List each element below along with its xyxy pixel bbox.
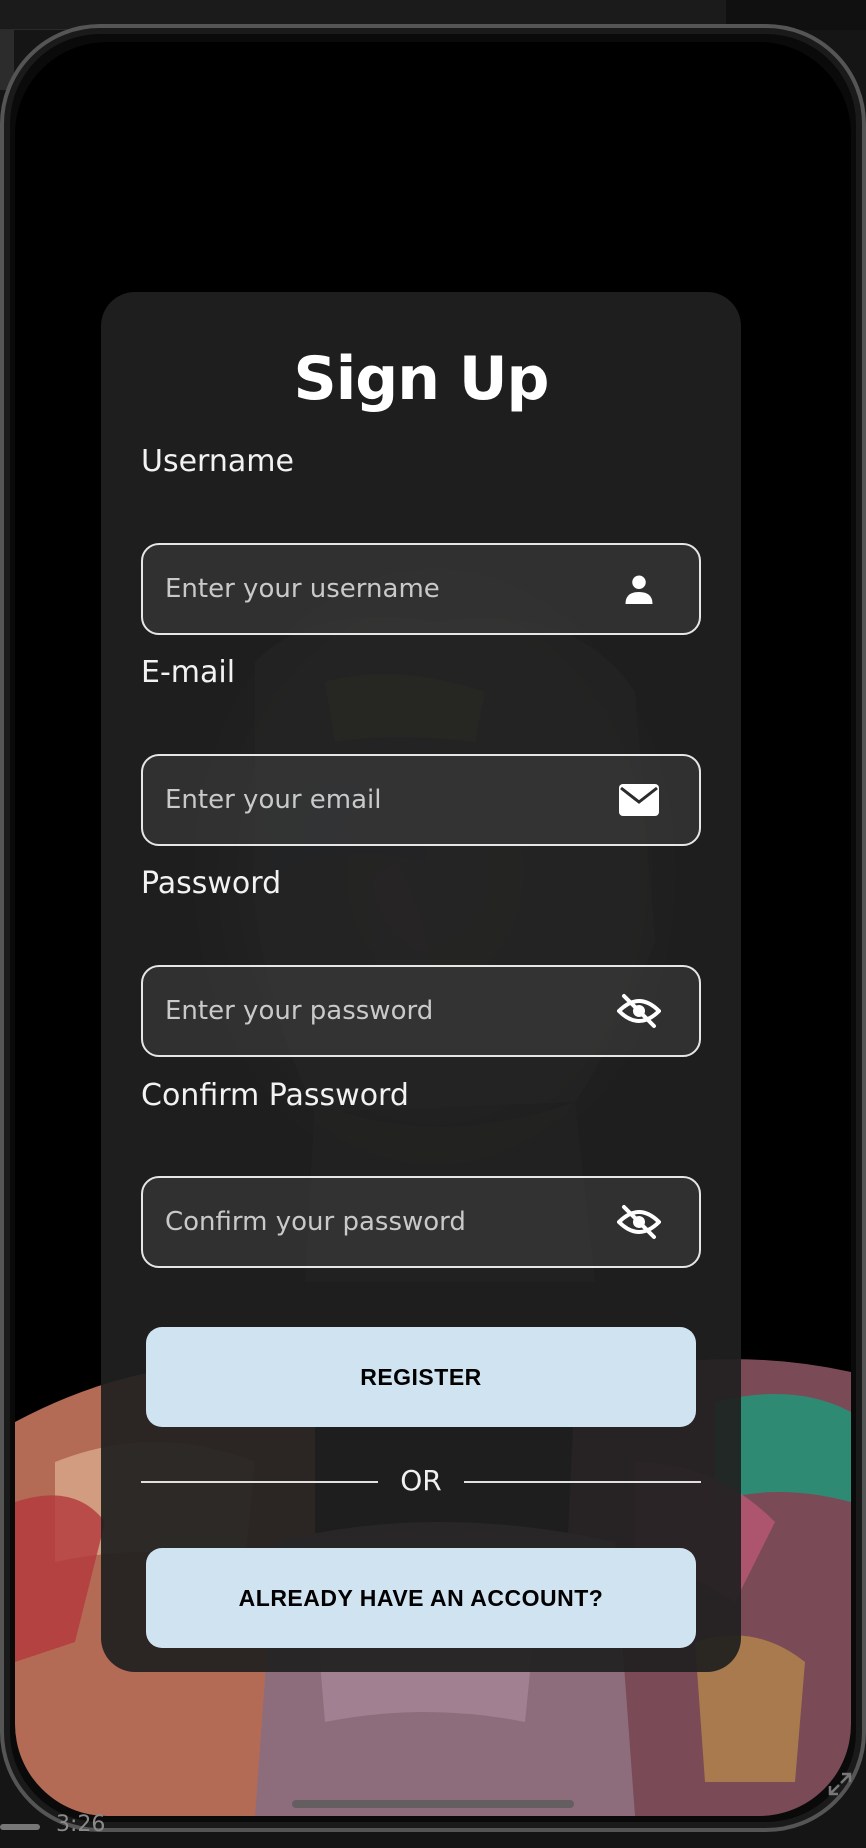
divider-line-right — [464, 1481, 701, 1483]
username-field-box — [141, 543, 701, 635]
email-field-box — [141, 754, 701, 846]
expand-icon[interactable] — [824, 1768, 856, 1800]
eye-off-icon[interactable] — [617, 991, 661, 1031]
register-button[interactable]: REGISTER — [146, 1327, 696, 1427]
email-label: E-mail — [141, 655, 236, 690]
password-field-box — [141, 965, 701, 1057]
player-time: 3:26 — [56, 1812, 106, 1837]
confirm-password-label: Confirm Password — [141, 1078, 409, 1113]
password-label: Password — [141, 866, 282, 901]
username-input[interactable] — [163, 545, 603, 633]
or-divider: OR — [141, 1462, 701, 1502]
confirm-password-input[interactable] — [163, 1178, 603, 1266]
person-icon — [617, 569, 661, 609]
email-input[interactable] — [163, 756, 603, 844]
password-input[interactable] — [163, 967, 603, 1055]
mail-icon — [617, 780, 661, 820]
page-title: Sign Up — [293, 344, 549, 414]
signup-card: Sign Up Username E-mail Password Confirm… — [101, 292, 741, 1672]
eye-off-icon[interactable] — [617, 1202, 661, 1242]
username-label: Username — [141, 444, 294, 479]
already-have-account-button[interactable]: ALREADY HAVE AN ACCOUNT? — [146, 1548, 696, 1648]
home-indicator — [292, 1800, 574, 1808]
confirm-password-field-box — [141, 1176, 701, 1268]
player-progress[interactable] — [0, 1824, 40, 1830]
